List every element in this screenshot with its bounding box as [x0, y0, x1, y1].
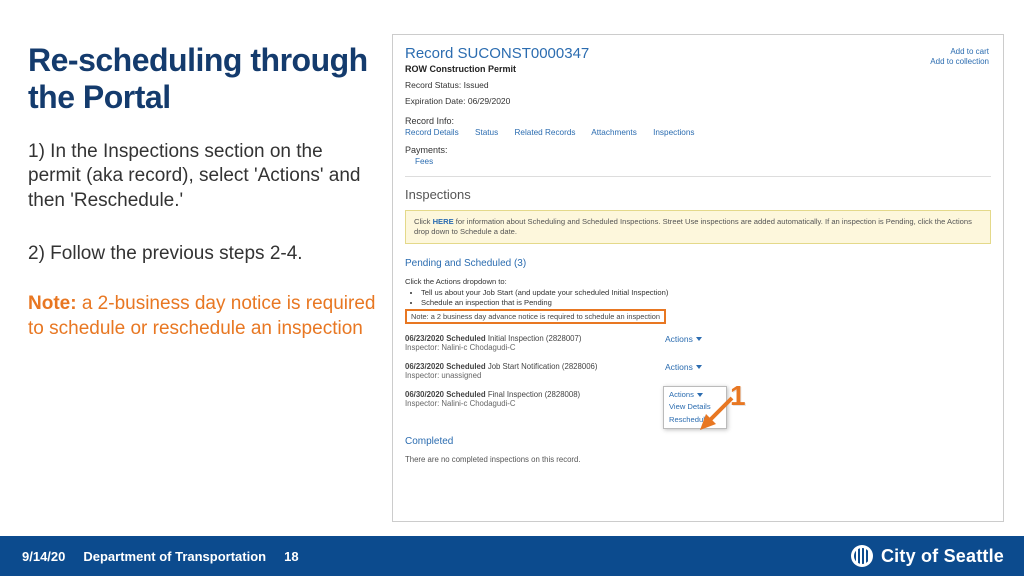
record-subtitle: ROW Construction Permit: [405, 64, 991, 74]
completed-text: There are no completed inspections on th…: [405, 455, 991, 464]
actions-dropdown[interactable]: Actions: [665, 334, 702, 344]
row3-status: Scheduled: [446, 390, 485, 399]
record-title: Record SUCONST0000347: [405, 45, 991, 62]
inspection-row: 06/23/2020 Scheduled Initial Inspection …: [405, 334, 991, 352]
footer-page: 18: [284, 549, 298, 564]
footer-bar: 9/14/20 Department of Transportation 18 …: [0, 536, 1024, 576]
actions-instructions: Click the Actions dropdown to: Tell us a…: [405, 277, 991, 324]
add-to-collection-link[interactable]: Add to collection: [930, 57, 989, 67]
row1-title: Initial Inspection (2828007): [488, 334, 582, 343]
row2-inspector: Inspector: unassigned: [405, 371, 991, 380]
portal-screenshot: Add to cart Add to collection Record SUC…: [392, 34, 1004, 522]
instr-bullet-2: Schedule an inspection that is Pending: [421, 298, 991, 307]
tab-attachments[interactable]: Attachments: [591, 128, 637, 137]
record-info-label: Record Info:: [405, 116, 991, 126]
slide: Re-scheduling through the Portal 1) In t…: [0, 0, 1024, 576]
footer-date: 9/14/20: [22, 549, 65, 564]
city-seal-icon: [851, 545, 873, 567]
step-1-text: 1) In the Inspections section on the per…: [28, 140, 378, 214]
row1-inspector: Inspector: Nalini-c Chodagudi-C: [405, 343, 991, 352]
reschedule-item[interactable]: Reschedule: [664, 413, 726, 426]
add-to-cart-link[interactable]: Add to cart: [930, 47, 989, 57]
inspection-row: 06/30/2020 Scheduled Final Inspection (2…: [405, 390, 991, 408]
view-details-item[interactable]: View Details: [664, 400, 726, 413]
row1-date: 06/23/2020: [405, 334, 444, 343]
record-id: SUCONST0000347: [458, 45, 590, 62]
info-prefix: Click: [414, 217, 433, 226]
row2-date: 06/23/2020: [405, 362, 444, 371]
fees-link[interactable]: Fees: [415, 157, 991, 166]
note-body: a 2-business day notice is required to s…: [28, 293, 375, 339]
note-text: Note: a 2-business day notice is require…: [28, 292, 378, 341]
slide-title: Re-scheduling through the Portal: [28, 42, 378, 116]
footer-city: City of Seattle: [851, 545, 1004, 567]
payments-label: Payments:: [405, 145, 991, 155]
pending-header: Pending and Scheduled (3): [405, 258, 991, 269]
callout-number-1: 1: [730, 380, 746, 412]
note-label: Note:: [28, 293, 77, 314]
record-expiration: Expiration Date: 06/29/2020: [405, 96, 991, 106]
info-rest: for information about Scheduling and Sch…: [414, 217, 972, 236]
row2-status: Scheduled: [446, 362, 485, 371]
row3-date: 06/30/2020: [405, 390, 444, 399]
tab-inspections[interactable]: Inspections: [653, 128, 694, 137]
left-column: Re-scheduling through the Portal 1) In t…: [28, 42, 378, 342]
top-right-links: Add to cart Add to collection: [930, 47, 989, 68]
record-info-tabs: Record Details Status Related Records At…: [405, 128, 991, 137]
step-2-text: 2) Follow the previous steps 2-4.: [28, 242, 378, 267]
tab-related-records[interactable]: Related Records: [514, 128, 575, 137]
tab-record-details[interactable]: Record Details: [405, 128, 459, 137]
actions-popup-header[interactable]: Actions: [664, 389, 726, 400]
inspections-header: Inspections: [405, 187, 991, 202]
record-status: Record Status: Issued: [405, 80, 991, 90]
inspection-row: 06/23/2020 Scheduled Job Start Notificat…: [405, 362, 991, 380]
row3-title: Final Inspection (2828008): [488, 390, 580, 399]
record-prefix: Record: [405, 45, 458, 62]
divider: [405, 176, 991, 177]
instr-lead: Click the Actions dropdown to:: [405, 277, 991, 286]
completed-header: Completed: [405, 436, 991, 447]
info-banner: Click HERE for information about Schedul…: [405, 210, 991, 244]
tab-status[interactable]: Status: [475, 128, 498, 137]
row1-status: Scheduled: [446, 334, 485, 343]
actions-dropdown[interactable]: Actions: [665, 362, 702, 372]
row2-title: Job Start Notification (2828006): [488, 362, 598, 371]
city-name: City of Seattle: [881, 546, 1004, 567]
footer-dept: Department of Transportation: [83, 549, 266, 564]
actions-popup: Actions View Details Reschedule: [663, 386, 727, 429]
info-here-link[interactable]: HERE: [433, 217, 454, 226]
instr-bullet-1: Tell us about your Job Start (and update…: [421, 288, 991, 297]
advance-notice-highlight: Note: a 2 business day advance notice is…: [405, 309, 666, 324]
